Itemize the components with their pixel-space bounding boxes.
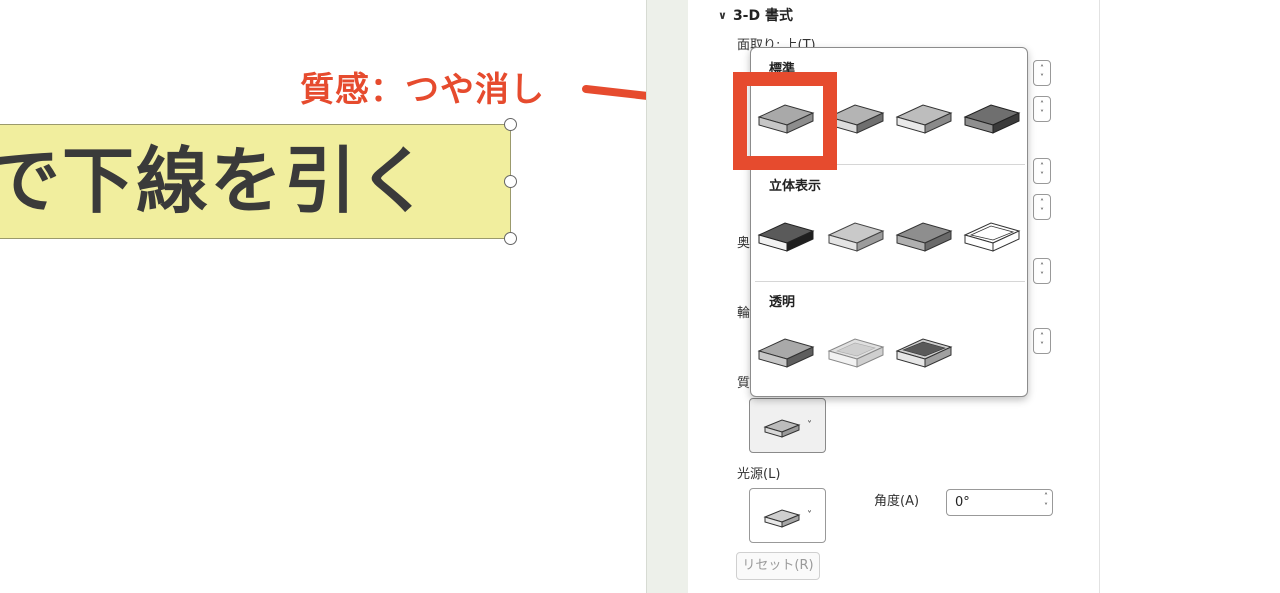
wireframe-material-icon[interactable]: [961, 211, 1023, 257]
resize-handle-top-right[interactable]: [504, 118, 517, 131]
dark-edge-material-icon[interactable]: [755, 211, 817, 257]
flat-material-icon[interactable]: [893, 211, 955, 257]
angle-value: 0°: [955, 495, 970, 510]
angle-spinner[interactable]: ˄ ˅: [1044, 492, 1048, 512]
gallery-group-title-translucent: 透明: [769, 295, 796, 310]
bevel-top-height-spinner[interactable]: ˄ ˅: [1033, 96, 1051, 122]
chevron-down-icon: ˅: [807, 510, 812, 521]
bevel-top-width-spinner[interactable]: ˄ ˅: [1033, 60, 1051, 86]
lighting-dropdown-button[interactable]: ˅: [749, 488, 826, 543]
powder-material-icon[interactable]: [755, 327, 817, 373]
reset-button[interactable]: リセット(R): [736, 552, 820, 580]
window-background: [1100, 0, 1280, 593]
material-dropdown-button[interactable]: ˅: [749, 398, 826, 453]
depth-size-spinner[interactable]: ˄ ˅: [1033, 258, 1051, 284]
resize-handle-middle-right[interactable]: [504, 175, 517, 188]
angle-input[interactable]: 0° ˄ ˅: [946, 489, 1053, 516]
section-3d-format-header[interactable]: ∨ 3-D 書式: [718, 5, 793, 25]
annotation-highlight-box: [733, 72, 837, 170]
metal-material-icon[interactable]: [961, 93, 1023, 139]
lighting-label: 光源(L): [737, 467, 781, 482]
plastic-material-icon[interactable]: [893, 93, 955, 139]
translucent-powder-material-icon[interactable]: [893, 327, 955, 373]
bevel-bottom-height-spinner[interactable]: ˄ ˅: [1033, 194, 1051, 220]
depth-label: 奥: [737, 236, 751, 251]
matte-material-icon: [763, 418, 801, 438]
contour-size-spinner[interactable]: ˄ ˅: [1033, 328, 1051, 354]
material-label: 質: [737, 376, 751, 391]
gallery-group-title-special-effect: 立体表示: [769, 179, 822, 194]
gallery-separator: [755, 281, 1025, 282]
section-3d-format-title: 3-D 書式: [732, 8, 793, 24]
annotation-label: 質感：つや消し: [300, 70, 545, 110]
lighting-preset-icon: [763, 508, 801, 528]
bevel-bottom-width-spinner[interactable]: ˄ ˅: [1033, 158, 1051, 184]
chevron-down-icon: ˅: [807, 420, 812, 431]
clear-material-icon[interactable]: [825, 327, 887, 373]
chevron-down-icon: ∨: [718, 8, 727, 22]
soft-edge-material-icon[interactable]: [825, 211, 887, 257]
angle-label: 角度(A): [874, 494, 920, 509]
contour-label: 輪: [737, 306, 751, 321]
pane-edge-strip: [646, 0, 688, 593]
resize-handle-bottom-right[interactable]: [504, 232, 517, 245]
slide-text: で下線を引く: [0, 139, 433, 223]
